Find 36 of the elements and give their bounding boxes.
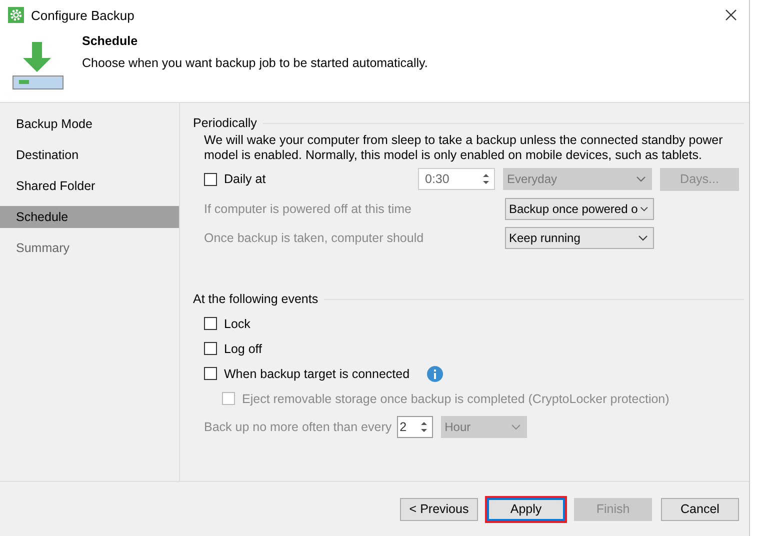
close-icon[interactable] <box>725 9 737 21</box>
limit-label: Back up no more often than every <box>204 420 392 434</box>
info-text: We will wake your computer from sleep to take a backup unless the connected standby power model is enabled. Normally, this model is only enabled on mobile devices, such as tablets. <box>203 133 724 163</box>
window-title: Configure Backup <box>31 8 134 22</box>
sidebar-item[interactable]: Shared Folder <box>0 175 179 197</box>
chevron-down-icon <box>636 176 646 182</box>
checkbox[interactable] <box>204 367 217 380</box>
sidebar-item[interactable]: Backup Mode <box>0 113 179 135</box>
checkbox[interactable] <box>204 172 217 186</box>
checkbox-label: When backup target is connected <box>224 366 410 380</box>
gear-icon <box>8 7 24 23</box>
dialog-button[interactable]: Cancel <box>661 498 739 520</box>
dialog-button[interactable]: Apply <box>487 498 565 520</box>
sidebar-item[interactable]: Destination <box>0 144 179 166</box>
sidebar-item[interactable]: Schedule <box>0 206 179 228</box>
checkbox-label: Lock <box>224 316 250 330</box>
time-field[interactable]: 0:30 <box>418 168 495 190</box>
chevron-down-icon <box>640 206 648 212</box>
page-subtitle: Choose when you want backup job to be started automatically. <box>82 56 428 70</box>
dialog-button[interactable]: < Previous <box>400 498 478 520</box>
checkbox-label: Daily at <box>224 172 266 186</box>
spinner-arrows-icon[interactable] <box>418 419 429 435</box>
chevron-down-icon <box>510 424 521 430</box>
section-heading: At the following events <box>193 292 318 306</box>
option-label: Once backup is taken, computer should <box>204 231 424 245</box>
info-icon[interactable] <box>426 366 443 382</box>
download-drive-icon <box>12 40 64 90</box>
chevron-down-icon <box>638 235 648 241</box>
option-label: If computer is powered off at this time <box>204 202 412 216</box>
page-title: Schedule <box>82 34 139 48</box>
checkbox[interactable] <box>204 342 217 355</box>
checkbox-label: Eject removable storage once backup is completed (CryptoLocker protection) <box>242 392 670 406</box>
spinner-arrows-icon[interactable] <box>481 171 491 187</box>
checkbox[interactable] <box>204 317 217 330</box>
checkbox-label: Log off <box>224 342 262 356</box>
section-heading: Periodically <box>193 116 257 130</box>
